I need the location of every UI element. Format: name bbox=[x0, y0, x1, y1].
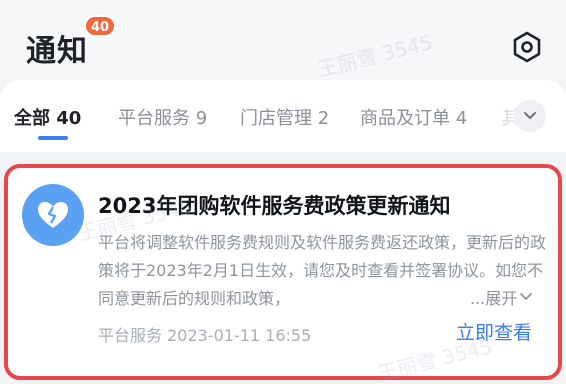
expand-button[interactable]: ...展开 bbox=[466, 285, 534, 309]
unread-count-badge: 40 bbox=[84, 15, 117, 37]
tab-platform-service[interactable]: 平台服务 9 bbox=[118, 104, 207, 130]
heart-broken-icon bbox=[38, 202, 68, 228]
view-now-link[interactable]: 立即查看 bbox=[456, 318, 532, 345]
chevron-down-icon bbox=[524, 112, 536, 119]
expand-label: ...展开 bbox=[470, 289, 518, 308]
settings-button[interactable] bbox=[508, 28, 546, 66]
notification-title: 2023年团购软件服务费政策更新通知 bbox=[98, 194, 451, 218]
chevron-down-icon bbox=[520, 293, 533, 300]
tab-products-orders[interactable]: 商品及订单 4 bbox=[360, 104, 467, 130]
active-tab-indicator bbox=[38, 136, 68, 140]
header: 通知 40 bbox=[0, 0, 566, 80]
tab-all[interactable]: 全部 40 bbox=[14, 104, 81, 130]
hexagon-settings-icon bbox=[513, 31, 541, 63]
page-title: 通知 bbox=[26, 34, 88, 69]
notification-avatar bbox=[22, 184, 84, 246]
notification-meta: 平台服务 2023-01-11 16:55 bbox=[98, 326, 312, 345]
tabs-more-button[interactable] bbox=[514, 100, 546, 132]
tab-store-management[interactable]: 门店管理 2 bbox=[240, 104, 329, 130]
